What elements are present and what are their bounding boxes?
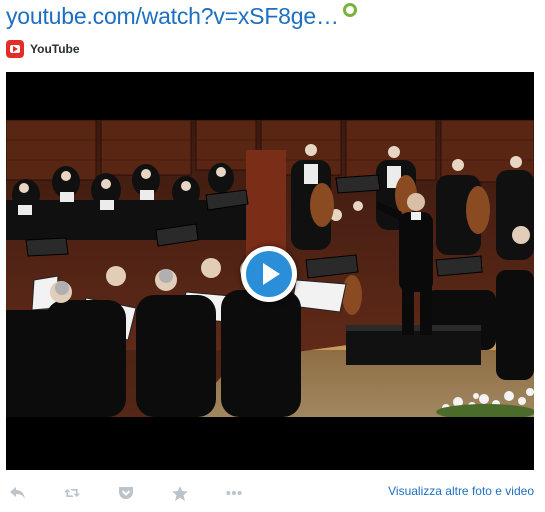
reply-icon[interactable]: [10, 485, 26, 501]
source-row: YouTube: [6, 40, 80, 58]
youtube-logo-icon: [6, 40, 24, 58]
more-icon[interactable]: [226, 485, 242, 501]
play-icon: [246, 251, 292, 297]
favorite-icon[interactable]: [172, 485, 188, 501]
status-indicator-icon: [342, 3, 357, 17]
card-header: youtube.com/watch?v=xSF8ge…: [6, 2, 357, 32]
view-more-media-link[interactable]: Visualizza altre foto e video: [388, 484, 534, 498]
card-title-link[interactable]: youtube.com/watch?v=xSF8ge…: [6, 2, 339, 30]
pocket-icon[interactable]: [118, 485, 134, 501]
retweet-icon[interactable]: [64, 485, 80, 501]
source-name: YouTube: [30, 42, 80, 56]
video-player[interactable]: [6, 72, 534, 470]
play-button[interactable]: [241, 246, 297, 302]
